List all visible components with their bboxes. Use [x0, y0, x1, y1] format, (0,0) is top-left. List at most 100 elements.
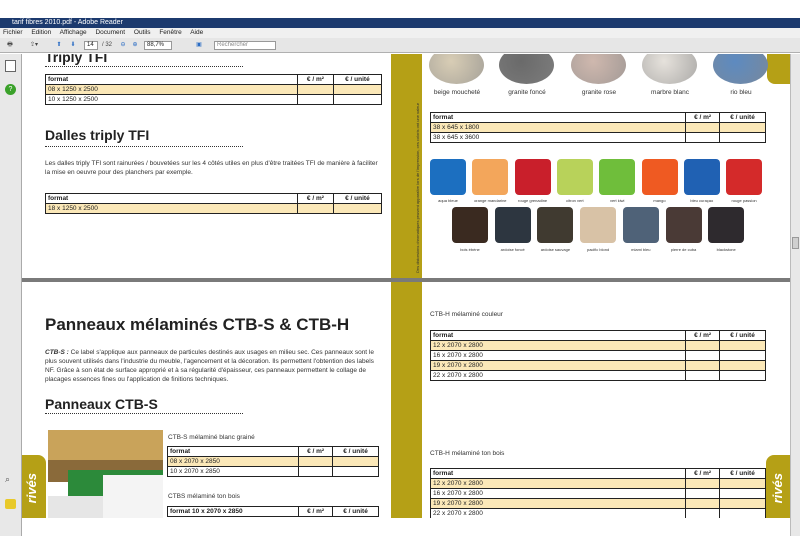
dalles-description: Les dalles triply TFI sont rainurées / b… [45, 160, 378, 176]
heading-underline [45, 66, 243, 67]
stone-label: rio bleu [730, 89, 752, 96]
heading-panneaux-ctbs: Panneaux CTB-S [45, 396, 158, 412]
stone-swatch [571, 54, 626, 84]
color-swatch [514, 159, 551, 195]
color-swatch [665, 207, 702, 243]
side-band [391, 282, 422, 518]
color-swatch-label: blackstone [716, 247, 736, 252]
table-row: 12 x 2070 x 2800 [430, 340, 766, 351]
page-14: Des distorsions chromatiques peuvent app… [391, 54, 790, 278]
navigation-panel: ? ⌕ [0, 54, 22, 536]
page-tab: rivés [22, 455, 46, 518]
menu-aide[interactable]: Aide [190, 29, 203, 36]
stone-swatch [642, 54, 697, 84]
table-row: 18 x 1250 x 2500 [45, 203, 383, 214]
pages-icon[interactable] [5, 60, 16, 72]
stone-label: granite rose [581, 89, 617, 96]
comment-icon[interactable] [5, 499, 16, 509]
page-number-input[interactable]: 14 [84, 41, 98, 50]
table-ctbs-bois: format 10 x 2070 x 2850 € / m² € / unité [167, 506, 379, 517]
next-page-icon[interactable]: ⬇ [68, 40, 78, 50]
color-swatch-label: citron vert [566, 198, 584, 203]
stone-swatch [499, 54, 554, 84]
attachment-icon[interactable]: ⌕ [5, 474, 16, 485]
color-swatch [556, 159, 593, 195]
ctbs-label-bois: CTBS mélaminé ton bois [168, 493, 240, 500]
share-icon[interactable]: ⇪▾ [26, 40, 42, 50]
color-swatch [452, 207, 488, 243]
color-swatch [683, 159, 720, 195]
page-15: Panneaux mélaminés CTB-S & CTB-H CTB-S :… [23, 282, 391, 518]
table-ctbh-bois: format € / m² € / unité 12 x 2070 x 2800 1… [430, 468, 766, 518]
table-row: 10 x 2070 x 2850 [167, 466, 379, 477]
table-row: 12 x 2070 x 2800 [430, 478, 766, 489]
toolbar: 🖶 ⇪▾ ⬆ ⬇ 14 / 32 ⊖ ⊕ 88,7% ▣ Rechercher [0, 38, 800, 53]
page-13: Triply TFI format € / m² € / unité 08 x 12… [23, 54, 391, 278]
heading-underline [45, 146, 243, 147]
color-swatch-label: orange mandarine [474, 198, 507, 203]
color-swatch [580, 207, 617, 243]
color-swatch [708, 207, 745, 243]
table-row: 16 x 2070 x 2800 [430, 350, 766, 361]
zoom-out-icon[interactable]: ⊖ [118, 40, 128, 50]
page-tab [767, 54, 790, 84]
table-row: 08 x 1250 x 2500 [45, 84, 383, 95]
stone-label: granite foncé [508, 89, 546, 96]
side-note: Des distorsions chromatiques peuvent app… [415, 103, 420, 273]
color-swatch [537, 207, 574, 243]
search-input[interactable]: Rechercher [214, 41, 276, 50]
menu-document[interactable]: Document [95, 29, 125, 36]
color-swatch-label: mango [653, 198, 666, 203]
table-row: 38 x 645 x 3600 [430, 132, 766, 143]
color-swatch [599, 159, 636, 195]
heading-dalles: Dalles triply TFI [45, 127, 150, 143]
menu-fichier[interactable]: Fichier [3, 29, 23, 36]
zoom-in-icon[interactable]: ⊕ [130, 40, 140, 50]
table-row: 19 x 2070 x 2800 [430, 498, 766, 509]
fit-width-icon[interactable] [197, 40, 207, 50]
color-swatch [622, 207, 659, 243]
color-swatch-label: vert kiwi [609, 198, 625, 203]
color-swatch-label: bois ébène [460, 247, 480, 252]
color-swatch-label: pierre de cuba [670, 247, 697, 252]
color-swatch [641, 159, 678, 195]
previous-page-icon[interactable]: ⬆ [54, 40, 64, 50]
stone-label: beige moucheté [433, 89, 481, 96]
color-swatch-label: aqua bleue [438, 198, 458, 203]
table-plans: format € / m² € / unité 38 x 645 x 1800 38… [430, 112, 766, 143]
heading-underline [45, 413, 243, 414]
heading-panneaux-melamines: Panneaux mélaminés CTB-S & CTB-H [45, 315, 350, 334]
color-swatch [494, 207, 531, 243]
table-row: 16 x 2070 x 2800 [430, 488, 766, 499]
print-icon[interactable]: 🖶 [4, 40, 16, 50]
vertical-scrollbar[interactable] [790, 54, 800, 536]
ctbs-description: CTB-S : Ce label s'applique aux panneaux… [45, 349, 374, 383]
menu-outils[interactable]: Outils [134, 29, 151, 36]
col-price-unit: € / unité [332, 74, 383, 85]
ctbh-label-bois: CTB-H mélaminé ton bois [430, 450, 505, 457]
stone-swatch [713, 54, 768, 84]
page-total: / 32 [101, 42, 112, 48]
table-row: 38 x 645 x 1800 [430, 122, 766, 133]
menu-fenetre[interactable]: Fenêtre [159, 29, 181, 36]
col-price-m2: € / m² [297, 74, 334, 85]
col-format: format [45, 74, 298, 85]
table-row: 22 x 2070 x 2800 [430, 370, 766, 381]
zoom-input[interactable]: 88,7% [144, 41, 172, 50]
color-swatch-label: bleu curaçao [690, 198, 714, 203]
ctbh-label-couleur: CTB-H mélaminé couleur [430, 311, 503, 318]
scrollbar-thumb[interactable] [792, 237, 799, 249]
table-triply: format € / m² € / unité 08 x 1250 x 2500 1… [45, 74, 383, 105]
table-ctbs-blanc: format € / m² € / unité 08 x 2070 x 2850 1… [167, 446, 379, 477]
help-icon[interactable]: ? [5, 84, 16, 95]
menu-bar: Fichier Edition Affichage Document Outil… [0, 28, 800, 38]
stone-swatch [429, 54, 484, 84]
page-tab: rivés [766, 455, 790, 518]
ctbs-label-blanc: CTB-S mélaminé blanc grainé [168, 434, 255, 441]
menu-affichage[interactable]: Affichage [60, 29, 87, 36]
heading-triply: Triply TFI [45, 54, 108, 65]
menu-edition[interactable]: Edition [31, 29, 51, 36]
table-row: 22 x 2070 x 2800 [430, 508, 766, 518]
color-swatch-label: miami bleu [631, 247, 651, 252]
color-swatch [472, 159, 509, 195]
